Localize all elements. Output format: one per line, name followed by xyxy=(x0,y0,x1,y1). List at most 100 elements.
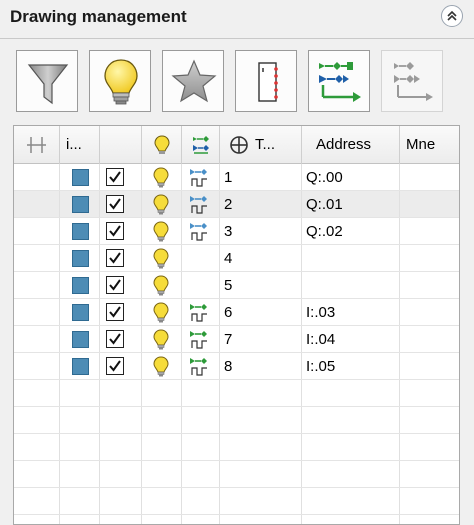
table-cell xyxy=(60,515,100,524)
header-visibility-col[interactable] xyxy=(142,126,182,164)
table-cell xyxy=(142,326,182,352)
row-checkbox[interactable] xyxy=(106,303,124,321)
table-cell xyxy=(142,407,182,433)
lightbulb-icon[interactable] xyxy=(150,301,172,325)
table-cell xyxy=(100,515,142,524)
row-checkbox[interactable] xyxy=(106,330,124,348)
table-cell xyxy=(60,164,100,190)
table-cell xyxy=(14,245,60,271)
table-cell xyxy=(182,353,220,379)
signal-flow-alt-button[interactable] xyxy=(381,50,443,112)
header-check-col[interactable] xyxy=(100,126,142,164)
lightbulb-icon[interactable] xyxy=(150,247,172,271)
table-row[interactable]: 3 Q:.02 xyxy=(14,218,459,245)
row-number: 2 xyxy=(220,191,302,217)
table-row[interactable]: 5 xyxy=(14,272,459,299)
table-cell xyxy=(100,299,142,325)
row-checkbox[interactable] xyxy=(106,249,124,267)
layer-color-swatch[interactable] xyxy=(72,358,89,375)
header-address-col[interactable]: Address xyxy=(302,126,400,164)
table-cell xyxy=(182,434,220,460)
table-cell xyxy=(14,218,60,244)
row-checkbox[interactable] xyxy=(106,168,124,186)
layer-color-swatch[interactable] xyxy=(72,223,89,240)
table-cell xyxy=(220,488,302,514)
header-connection-col[interactable] xyxy=(14,126,60,164)
table-cell xyxy=(100,164,142,190)
drawing-frame-button[interactable] xyxy=(235,50,297,112)
table-cell xyxy=(142,299,182,325)
row-number: 3 xyxy=(220,218,302,244)
table-cell xyxy=(14,299,60,325)
table-cell xyxy=(182,407,220,433)
row-checkbox[interactable] xyxy=(106,195,124,213)
row-checkbox[interactable] xyxy=(106,357,124,375)
input-signal-icon xyxy=(190,358,207,376)
table-row[interactable]: 7 I:.04 xyxy=(14,326,459,353)
layer-color-swatch[interactable] xyxy=(72,169,89,186)
row-address: I:.05 xyxy=(302,353,400,379)
filter-button[interactable] xyxy=(16,50,78,112)
table-cell xyxy=(182,272,220,298)
table-cell xyxy=(142,461,182,487)
lightbulb-icon[interactable] xyxy=(150,328,172,352)
table-cell xyxy=(220,380,302,406)
table-row[interactable]: 1 Q:.00 xyxy=(14,164,459,191)
checkmark-icon xyxy=(109,225,121,237)
table-row[interactable]: 2 Q:.01 xyxy=(14,191,459,218)
grid-header: i... T... Address Mne xyxy=(14,126,459,164)
lightbulb-icon[interactable] xyxy=(150,166,172,190)
header-info-col[interactable]: i... xyxy=(60,126,100,164)
empty-row xyxy=(14,515,459,524)
table-cell xyxy=(182,191,220,217)
lightbulb-icon[interactable] xyxy=(150,355,172,379)
table-cell xyxy=(100,218,142,244)
signals-grid: i... T... Address Mne 1 Q:.00 2 Q:.01 3 … xyxy=(13,125,460,525)
table-cell xyxy=(400,326,459,352)
table-cell xyxy=(142,488,182,514)
crosshair-icon xyxy=(230,136,248,154)
table-row[interactable]: 6 I:.03 xyxy=(14,299,459,326)
header-tag-col[interactable]: T... xyxy=(220,126,302,164)
table-cell xyxy=(182,515,220,524)
title-divider xyxy=(0,38,474,39)
table-cell xyxy=(14,164,60,190)
table-cell xyxy=(400,299,459,325)
checkmark-icon xyxy=(109,360,121,372)
table-cell xyxy=(182,488,220,514)
table-row[interactable]: 8 I:.05 xyxy=(14,353,459,380)
table-cell xyxy=(14,353,60,379)
collapse-button[interactable] xyxy=(441,5,463,27)
row-checkbox[interactable] xyxy=(106,276,124,294)
header-signal-col[interactable] xyxy=(182,126,220,164)
checkmark-icon xyxy=(109,333,121,345)
lightbulb-icon[interactable] xyxy=(150,193,172,217)
favorites-button[interactable] xyxy=(162,50,224,112)
table-cell xyxy=(220,461,302,487)
layer-color-swatch[interactable] xyxy=(72,331,89,348)
layer-color-swatch[interactable] xyxy=(72,250,89,267)
lightbulb-icon[interactable] xyxy=(150,274,172,298)
table-cell xyxy=(14,326,60,352)
signal-flow-button[interactable] xyxy=(308,50,370,112)
layer-color-swatch[interactable] xyxy=(72,304,89,321)
table-cell xyxy=(220,434,302,460)
table-cell xyxy=(142,515,182,524)
table-cell xyxy=(400,488,459,514)
layer-color-swatch[interactable] xyxy=(72,196,89,213)
table-cell xyxy=(142,434,182,460)
table-cell xyxy=(60,272,100,298)
table-cell xyxy=(100,380,142,406)
empty-row xyxy=(14,488,459,515)
table-cell xyxy=(400,434,459,460)
lightbulb-icon xyxy=(154,135,170,154)
table-cell xyxy=(400,245,459,271)
header-mnemonic-col[interactable]: Mne xyxy=(400,126,459,164)
lightbulb-icon[interactable] xyxy=(150,220,172,244)
layer-color-swatch[interactable] xyxy=(72,277,89,294)
table-cell xyxy=(60,380,100,406)
row-checkbox[interactable] xyxy=(106,222,124,240)
table-row[interactable]: 4 xyxy=(14,245,459,272)
signal-flow-disabled-icon xyxy=(394,62,433,101)
visibility-button[interactable] xyxy=(89,50,151,112)
